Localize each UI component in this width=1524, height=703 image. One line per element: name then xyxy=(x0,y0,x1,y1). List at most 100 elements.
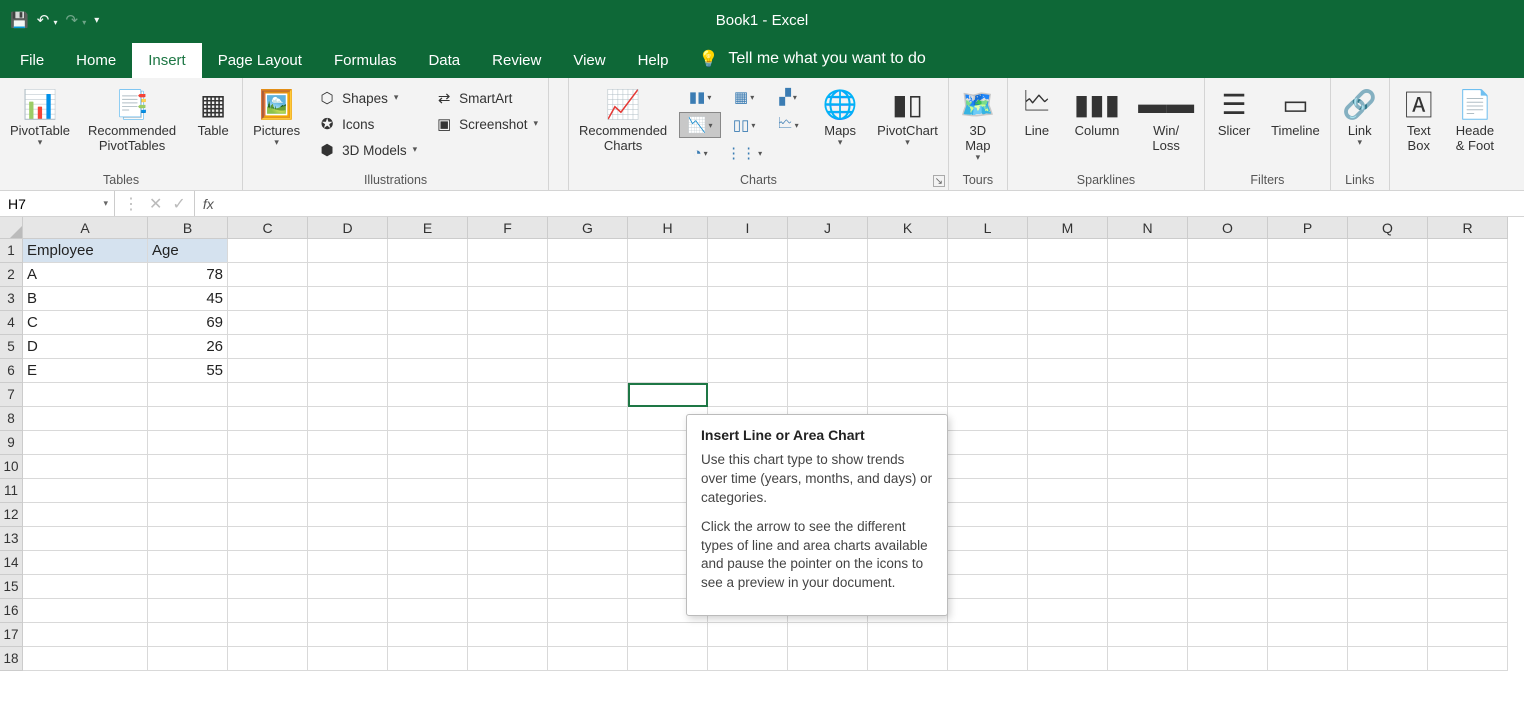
cell[interactable] xyxy=(1428,383,1508,407)
cell[interactable] xyxy=(868,311,948,335)
cell[interactable] xyxy=(1268,623,1348,647)
pivot-table-button[interactable]: 📊 PivotTable▾ xyxy=(4,84,76,148)
cell[interactable] xyxy=(948,647,1028,671)
cell[interactable] xyxy=(548,263,628,287)
enter-icon[interactable]: ✓ xyxy=(172,194,185,214)
cell[interactable] xyxy=(1428,455,1508,479)
row-header[interactable]: 4 xyxy=(0,311,23,335)
tab-file[interactable]: File xyxy=(4,43,60,78)
cell[interactable] xyxy=(1348,263,1428,287)
cell[interactable] xyxy=(228,431,308,455)
cell[interactable] xyxy=(468,359,548,383)
cell[interactable] xyxy=(548,383,628,407)
cell[interactable] xyxy=(308,263,388,287)
cell[interactable] xyxy=(1028,407,1108,431)
cell[interactable] xyxy=(388,479,468,503)
cell[interactable] xyxy=(1348,527,1428,551)
cell[interactable]: 55 xyxy=(148,359,228,383)
waterfall-chart-icon[interactable]: ▞▾ xyxy=(767,84,809,110)
cell[interactable] xyxy=(468,263,548,287)
cell[interactable] xyxy=(1428,311,1508,335)
column-header[interactable]: F xyxy=(468,217,548,239)
cell[interactable] xyxy=(1428,359,1508,383)
cell[interactable] xyxy=(628,647,708,671)
cell[interactable] xyxy=(308,479,388,503)
cell[interactable] xyxy=(1108,335,1188,359)
cell[interactable] xyxy=(1428,551,1508,575)
cell[interactable] xyxy=(1348,623,1428,647)
cell[interactable] xyxy=(23,407,148,431)
cell[interactable] xyxy=(468,407,548,431)
cell[interactable] xyxy=(468,383,548,407)
cell[interactable] xyxy=(948,479,1028,503)
cell[interactable] xyxy=(948,431,1028,455)
cell[interactable] xyxy=(1028,551,1108,575)
cell[interactable] xyxy=(788,623,868,647)
cell[interactable] xyxy=(228,623,308,647)
cell[interactable] xyxy=(1108,239,1188,263)
cell[interactable] xyxy=(388,287,468,311)
header-footer-button[interactable]: 📄Heade & Foot xyxy=(1450,84,1500,154)
cell[interactable] xyxy=(228,407,308,431)
cell[interactable] xyxy=(1348,311,1428,335)
cell[interactable] xyxy=(788,287,868,311)
tab-home[interactable]: Home xyxy=(60,43,132,78)
undo-icon[interactable]: ↶ ▾ xyxy=(37,11,58,29)
row-header[interactable]: 13 xyxy=(0,527,23,551)
cell[interactable] xyxy=(468,551,548,575)
cell[interactable] xyxy=(1348,551,1428,575)
cell[interactable] xyxy=(548,575,628,599)
name-box[interactable]: H7▾ xyxy=(0,191,115,216)
cell[interactable] xyxy=(228,263,308,287)
cell[interactable]: 45 xyxy=(148,287,228,311)
cell[interactable] xyxy=(788,239,868,263)
cell[interactable] xyxy=(1028,647,1108,671)
cell[interactable] xyxy=(308,287,388,311)
statistic-chart-icon[interactable]: ▯▯▾ xyxy=(723,112,765,138)
cell[interactable] xyxy=(628,311,708,335)
cancel-icon[interactable]: ✕ xyxy=(149,194,162,214)
cell[interactable] xyxy=(1188,431,1268,455)
cell[interactable] xyxy=(1108,551,1188,575)
cell[interactable] xyxy=(228,455,308,479)
cell[interactable]: Employee xyxy=(23,239,148,263)
cell[interactable] xyxy=(388,503,468,527)
cell[interactable] xyxy=(628,239,708,263)
cell[interactable] xyxy=(948,599,1028,623)
cell[interactable] xyxy=(948,263,1028,287)
column-header[interactable]: P xyxy=(1268,217,1348,239)
column-header[interactable]: D xyxy=(308,217,388,239)
line-chart-icon[interactable]: 📉▾ xyxy=(679,112,721,138)
cell[interactable] xyxy=(1108,407,1188,431)
cell[interactable] xyxy=(868,359,948,383)
cell[interactable] xyxy=(23,551,148,575)
cell[interactable] xyxy=(148,479,228,503)
cell[interactable] xyxy=(1268,263,1348,287)
cell[interactable] xyxy=(1428,575,1508,599)
cell[interactable] xyxy=(468,311,548,335)
cell[interactable] xyxy=(708,359,788,383)
formula-input[interactable]: fx xyxy=(195,191,222,216)
cell[interactable] xyxy=(1268,287,1348,311)
cell[interactable] xyxy=(1428,431,1508,455)
cell[interactable] xyxy=(948,527,1028,551)
cell[interactable] xyxy=(1028,527,1108,551)
cell[interactable] xyxy=(468,455,548,479)
cell[interactable] xyxy=(948,455,1028,479)
cell[interactable] xyxy=(388,263,468,287)
cell[interactable] xyxy=(788,383,868,407)
cell[interactable] xyxy=(548,359,628,383)
column-header[interactable]: A xyxy=(23,217,148,239)
cell[interactable] xyxy=(1428,479,1508,503)
cell[interactable] xyxy=(548,623,628,647)
cell[interactable] xyxy=(308,335,388,359)
cell[interactable] xyxy=(468,239,548,263)
cell[interactable] xyxy=(1188,359,1268,383)
cell[interactable] xyxy=(388,359,468,383)
cell[interactable] xyxy=(308,383,388,407)
tab-formulas[interactable]: Formulas xyxy=(318,43,413,78)
cell[interactable] xyxy=(1348,287,1428,311)
cell[interactable] xyxy=(308,431,388,455)
column-header[interactable]: H xyxy=(628,217,708,239)
cell[interactable] xyxy=(1028,575,1108,599)
